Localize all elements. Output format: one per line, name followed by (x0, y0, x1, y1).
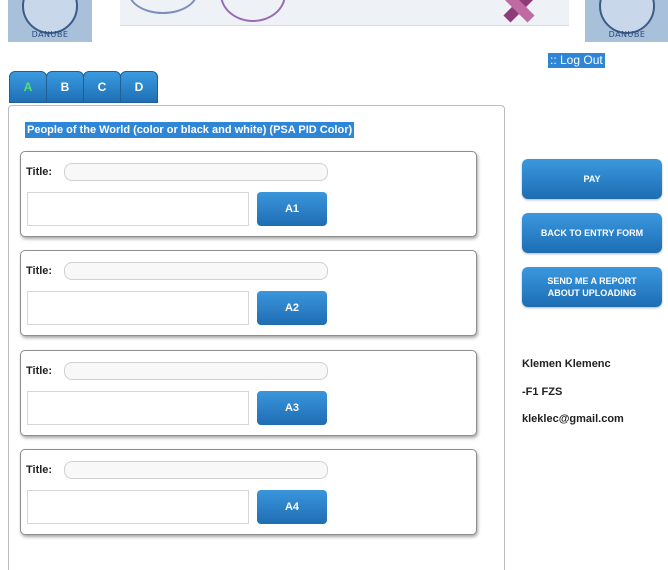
file-drop-area-a2[interactable] (27, 291, 249, 325)
title-input-a2[interactable] (64, 262, 328, 280)
entry-card-a4: Title: A4 (20, 449, 477, 535)
pay-button[interactable]: PAY (522, 159, 662, 199)
title-input-a3[interactable] (64, 362, 328, 380)
user-email: kleklec@gmail.com (522, 413, 624, 425)
upload-button-a3[interactable]: A3 (257, 391, 327, 425)
tab-b[interactable]: B (46, 71, 84, 103)
upload-button-a2[interactable]: A2 (257, 291, 327, 325)
sponsor-logo-5-icon (500, 0, 540, 24)
logout-link[interactable]: :: Log Out (548, 53, 605, 68)
logo-text: DANUBE (31, 30, 69, 39)
logo-text: DANUBE (608, 30, 646, 39)
logo-emblem-icon (22, 0, 78, 34)
title-label: Title: (26, 464, 53, 476)
entry-card-a3: Title: A3 (20, 350, 477, 436)
upload-button-a4[interactable]: A4 (257, 490, 327, 524)
title-label: Title: (26, 365, 53, 377)
send-upload-report-button[interactable]: SEND ME A REPORT ABOUT UPLOADING (522, 267, 662, 307)
title-label: Title: (26, 166, 53, 178)
sponsor-banner (120, 0, 569, 26)
back-to-entry-form-button[interactable]: BACK TO ENTRY FORM (522, 213, 662, 253)
tab-d[interactable]: D (120, 71, 158, 103)
title-label: Title: (26, 265, 53, 277)
upload-button-a1[interactable]: A1 (257, 192, 327, 226)
sponsor-logo-1-icon (128, 0, 198, 14)
sponsor-logo-2-icon (220, 0, 286, 22)
category-title: People of the World (color or black and … (25, 122, 355, 138)
upload-panel: People of the World (color or black and … (8, 105, 505, 570)
entry-card-a1: Title: A1 (20, 151, 477, 237)
salon-logo-right: DANUBE (585, 0, 668, 42)
file-drop-area-a1[interactable] (27, 192, 249, 226)
tab-c[interactable]: C (83, 71, 121, 103)
salon-logo-left: DANUBE (8, 0, 92, 42)
file-drop-area-a4[interactable] (27, 490, 249, 524)
section-tabs: A B C D (9, 71, 158, 103)
user-name: Klemen Klemenc (522, 358, 611, 370)
title-input-a1[interactable] (64, 163, 328, 181)
user-distinction: -F1 FZS (522, 386, 563, 398)
tab-a[interactable]: A (9, 71, 47, 103)
entry-card-a2: Title: A2 (20, 250, 477, 336)
sponsor-logo-3-icon (315, 0, 375, 20)
file-drop-area-a3[interactable] (27, 391, 249, 425)
logo-emblem-icon (599, 0, 655, 34)
title-input-a4[interactable] (64, 461, 328, 479)
